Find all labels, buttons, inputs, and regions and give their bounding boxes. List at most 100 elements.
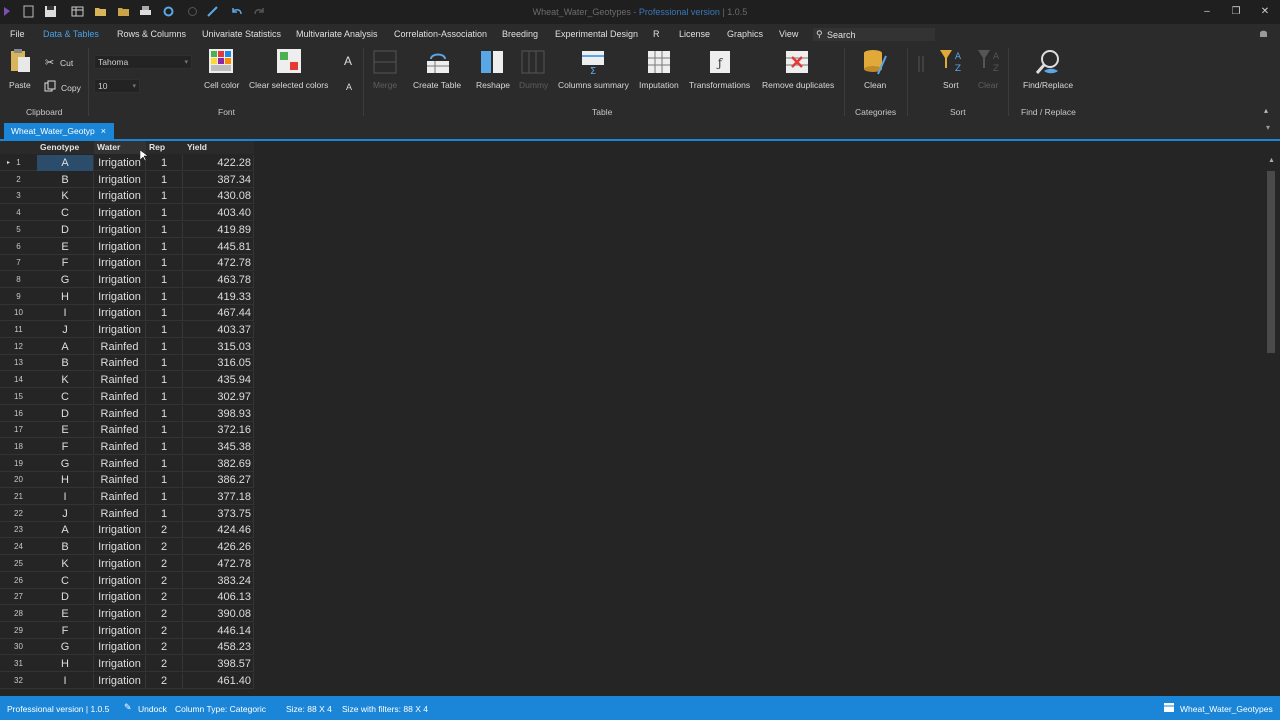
columns-summary-icon[interactable]: Σ xyxy=(580,49,606,75)
cell-yield[interactable]: 463.78 xyxy=(183,271,254,288)
table-row[interactable]: 29 F Irrigation 2 446.14 xyxy=(0,622,254,639)
cell-yield[interactable]: 445.81 xyxy=(183,238,254,255)
cell-water[interactable]: Rainfed xyxy=(94,405,146,422)
cell-genotype[interactable]: F xyxy=(37,622,94,639)
maximize-button[interactable]: ❐ xyxy=(1226,5,1246,19)
table-row[interactable]: 4 C Irrigation 1 403.40 xyxy=(0,205,254,222)
transformations-icon[interactable]: ƒ xyxy=(708,49,734,75)
cell-rep[interactable]: 1 xyxy=(146,255,183,272)
cell-water[interactable]: Rainfed xyxy=(94,338,146,355)
cell-water[interactable]: Irrigation xyxy=(94,221,146,238)
cell-genotype[interactable]: F xyxy=(37,438,94,455)
table-row[interactable]: 17 E Rainfed 1 372.16 xyxy=(0,422,254,439)
cell-rep[interactable]: 1 xyxy=(146,288,183,305)
sort-icon[interactable]: AZ xyxy=(938,48,964,74)
cell-water[interactable]: Irrigation xyxy=(94,605,146,622)
cell-yield[interactable]: 406.13 xyxy=(183,589,254,606)
table-row[interactable]: 3 K Irrigation 1 430.08 xyxy=(0,188,254,205)
table-row[interactable]: 1 A Irrigation 1 422.28 ▸ xyxy=(0,155,254,171)
cell-genotype[interactable]: H xyxy=(37,288,94,305)
cell-water[interactable]: Rainfed xyxy=(94,372,146,389)
cell-rep[interactable]: 1 xyxy=(146,238,183,255)
cell-genotype[interactable]: J xyxy=(37,505,94,522)
cell-rep[interactable]: 1 xyxy=(146,372,183,389)
cell-water[interactable]: Rainfed xyxy=(94,489,146,505)
clear-colors-icon[interactable] xyxy=(276,48,302,74)
cell-water[interactable]: Rainfed xyxy=(94,422,146,439)
create-table-button[interactable]: Create Table xyxy=(413,80,461,90)
table-row[interactable]: 14 K Rainfed 1 435.94 xyxy=(0,372,254,389)
cell-water[interactable]: Irrigation xyxy=(94,205,146,222)
table-row[interactable]: 10 I Irrigation 1 467.44 xyxy=(0,305,254,322)
font-name-select[interactable]: Tahoma ▾ xyxy=(94,55,192,69)
cell-rep[interactable]: 1 xyxy=(146,205,183,222)
cell-yield[interactable]: 316.05 xyxy=(183,355,254,372)
cell-yield[interactable]: 422.28 xyxy=(183,155,254,171)
cell-rep[interactable]: 2 xyxy=(146,589,183,606)
cell-genotype[interactable]: H xyxy=(37,472,94,489)
table-row[interactable]: 19 G Rainfed 1 382.69 xyxy=(0,455,254,472)
cell-rep[interactable]: 1 xyxy=(146,455,183,472)
cell-rep[interactable]: 1 xyxy=(146,188,183,205)
cell-yield[interactable]: 419.33 xyxy=(183,288,254,305)
cut-button[interactable]: Cut xyxy=(60,58,73,68)
table-row[interactable]: 15 C Rainfed 1 302.97 xyxy=(0,388,254,405)
cell-rep[interactable]: 1 xyxy=(146,422,183,439)
search-box[interactable]: ⚲ Search xyxy=(813,28,935,41)
cell-yield[interactable]: 345.38 xyxy=(183,438,254,455)
cell-yield[interactable]: 383.24 xyxy=(183,572,254,589)
table-row[interactable]: 11 J Irrigation 1 403.37 xyxy=(0,322,254,338)
cell-genotype[interactable]: B xyxy=(37,539,94,556)
collapse-ribbon-icon[interactable]: ▴ xyxy=(1264,106,1268,115)
table-row[interactable]: 18 F Rainfed 1 345.38 xyxy=(0,438,254,455)
cell-genotype[interactable]: C xyxy=(37,205,94,222)
cell-yield[interactable]: 302.97 xyxy=(183,388,254,405)
cell-water[interactable]: Irrigation xyxy=(94,589,146,606)
cell-yield[interactable]: 424.46 xyxy=(183,522,254,539)
cell-rep[interactable]: 1 xyxy=(146,405,183,422)
cell-yield[interactable]: 446.14 xyxy=(183,622,254,639)
table-row[interactable]: 32 I Irrigation 2 461.40 xyxy=(0,672,254,689)
cell-yield[interactable]: 458.23 xyxy=(183,639,254,656)
table-row[interactable]: 22 J Rainfed 1 373.75 xyxy=(0,505,254,522)
cell-yield[interactable]: 472.78 xyxy=(183,555,254,572)
table-row[interactable]: 30 G Irrigation 2 458.23 xyxy=(0,639,254,656)
clean-icon[interactable] xyxy=(862,48,888,76)
cell-rep[interactable]: 2 xyxy=(146,522,183,539)
cell-genotype[interactable]: G xyxy=(37,271,94,288)
menu-license[interactable]: License xyxy=(679,29,710,39)
cell-water[interactable]: Rainfed xyxy=(94,472,146,489)
cell-rep[interactable]: 1 xyxy=(146,438,183,455)
table-row[interactable]: 6 E Irrigation 1 445.81 xyxy=(0,238,254,255)
cell-water[interactable]: Rainfed xyxy=(94,455,146,472)
cell-rep[interactable]: 2 xyxy=(146,639,183,656)
table-row[interactable]: 21 I Rainfed 1 377.18 xyxy=(0,489,254,505)
cell-rep[interactable]: 2 xyxy=(146,605,183,622)
cell-rep[interactable]: 2 xyxy=(146,656,183,672)
grow-font-icon[interactable]: A xyxy=(344,54,352,68)
cell-yield[interactable]: 372.16 xyxy=(183,422,254,439)
cell-rep[interactable]: 2 xyxy=(146,672,183,689)
table-row[interactable]: 26 C Irrigation 2 383.24 xyxy=(0,572,254,589)
cell-yield[interactable]: 377.18 xyxy=(183,489,254,505)
cell-water[interactable]: Irrigation xyxy=(94,555,146,572)
cell-genotype[interactable]: C xyxy=(37,572,94,589)
find-replace-icon[interactable] xyxy=(1034,48,1062,76)
cell-water[interactable]: Irrigation xyxy=(94,539,146,556)
cell-yield[interactable]: 403.40 xyxy=(183,205,254,222)
imputation-button[interactable]: Imputation xyxy=(639,80,679,90)
imputation-icon[interactable] xyxy=(646,49,672,75)
cell-water[interactable]: Irrigation xyxy=(94,171,146,188)
cell-rep[interactable]: 1 xyxy=(146,355,183,372)
cell-yield[interactable]: 461.40 xyxy=(183,672,254,689)
cell-water[interactable]: Irrigation xyxy=(94,238,146,255)
cell-color-icon[interactable] xyxy=(208,48,234,74)
menu-univariate-statistics[interactable]: Univariate Statistics xyxy=(202,29,281,39)
cell-water[interactable]: Irrigation xyxy=(94,522,146,539)
create-table-icon[interactable] xyxy=(425,49,451,75)
cell-genotype[interactable]: E xyxy=(37,238,94,255)
transformations-button[interactable]: Transformations xyxy=(689,80,750,90)
reshape-icon[interactable] xyxy=(479,49,505,75)
table-row[interactable]: 9 H Irrigation 1 419.33 xyxy=(0,288,254,305)
menu-view[interactable]: View xyxy=(779,29,798,39)
